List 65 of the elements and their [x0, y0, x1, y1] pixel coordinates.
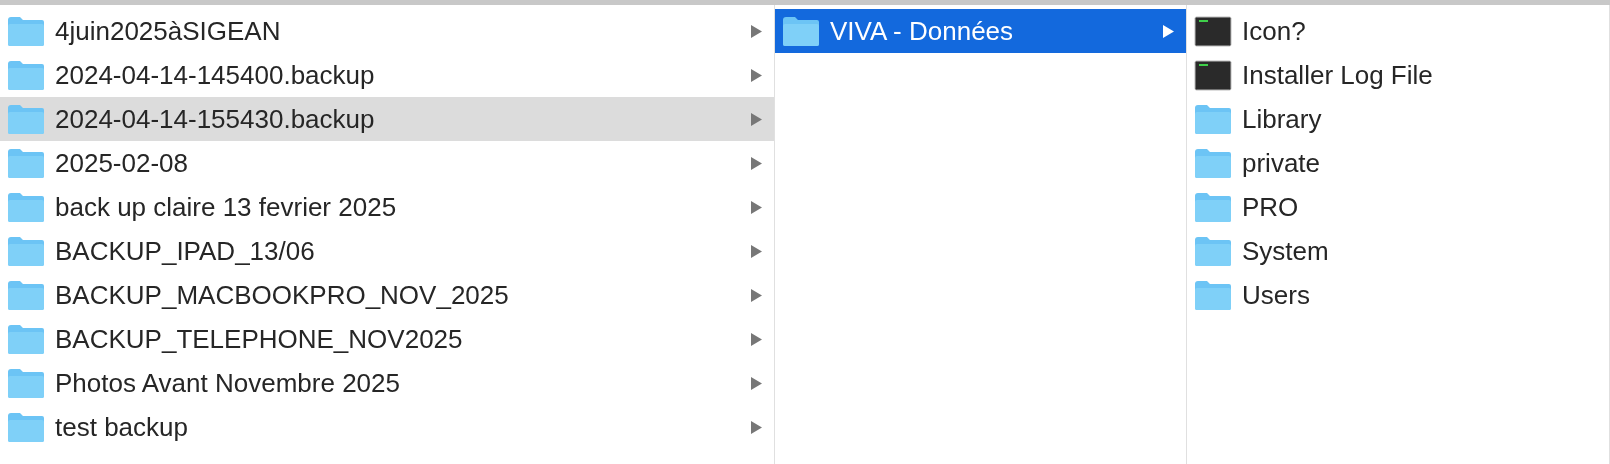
folder-icon	[7, 279, 45, 311]
disclosure-arrow-icon[interactable]	[751, 156, 762, 170]
file-name: 2025-02-08	[55, 147, 189, 179]
disclosure-arrow-icon[interactable]	[751, 68, 762, 82]
folder-icon	[1194, 147, 1232, 179]
file-name: PRO	[1242, 191, 1300, 223]
disclosure-arrow-icon[interactable]	[751, 112, 762, 126]
folder-row[interactable]: PRO	[1187, 185, 1609, 229]
folder-row[interactable]: private	[1187, 141, 1609, 185]
folder-icon	[7, 323, 45, 355]
file-name: 2024-04-14-155430.backup	[55, 103, 376, 135]
folder-row[interactable]: BACKUP_IPAD_13/06	[0, 229, 774, 273]
file-name: Users	[1242, 279, 1311, 311]
folder-row[interactable]: 2025-02-08	[0, 141, 774, 185]
disclosure-arrow-icon[interactable]	[751, 244, 762, 258]
folder-icon	[7, 191, 45, 223]
terminal-icon	[1194, 59, 1232, 91]
folder-row[interactable]: 2024-04-14-155430.backup	[0, 97, 774, 141]
disclosure-arrow-icon[interactable]	[1163, 24, 1174, 38]
folder-row[interactable]: VIVA - Données	[775, 9, 1186, 53]
folder-icon	[7, 15, 45, 47]
folder-icon	[7, 235, 45, 267]
folder-row[interactable]: System	[1187, 229, 1609, 273]
file-name: private	[1242, 147, 1322, 179]
file-name: 2024-04-14-145400.backup	[55, 59, 376, 91]
file-name: System	[1242, 235, 1330, 267]
file-name: test backup	[55, 411, 189, 443]
folder-icon	[782, 15, 820, 47]
disclosure-arrow-icon[interactable]	[751, 288, 762, 302]
disclosure-arrow-icon[interactable]	[751, 24, 762, 38]
file-name: Installer Log File	[1242, 59, 1434, 91]
file-name: BACKUP_TELEPHONE_NOV2025	[55, 323, 464, 355]
folder-row[interactable]: 2024-04-14-145400.backup	[0, 53, 774, 97]
file-name: BACKUP_IPAD_13/06	[55, 235, 316, 267]
file-name: Library	[1242, 103, 1323, 135]
disclosure-arrow-icon[interactable]	[751, 420, 762, 434]
file-name: back up claire 13 fevrier 2025	[55, 191, 398, 223]
file-name: VIVA - Données	[830, 15, 1015, 47]
file-name: BACKUP_MACBOOKPRO_NOV_2025	[55, 279, 510, 311]
folder-row[interactable]: Users	[1187, 273, 1609, 317]
folder-icon	[1194, 191, 1232, 223]
folder-row[interactable]: back up claire 13 fevrier 2025	[0, 185, 774, 229]
folder-icon	[7, 367, 45, 399]
folder-icon	[7, 147, 45, 179]
file-name: Icon?	[1242, 15, 1307, 47]
folder-row[interactable]: BACKUP_MACBOOKPRO_NOV_2025	[0, 273, 774, 317]
file-name: Photos Avant Novembre 2025	[55, 367, 401, 399]
disclosure-arrow-icon[interactable]	[751, 200, 762, 214]
file-name: 4juin2025àSIGEAN	[55, 15, 282, 47]
disclosure-arrow-icon[interactable]	[751, 332, 762, 346]
folder-icon	[7, 103, 45, 135]
folder-row[interactable]: Photos Avant Novembre 2025	[0, 361, 774, 405]
folder-icon	[1194, 103, 1232, 135]
folder-row[interactable]: Library	[1187, 97, 1609, 141]
folder-row[interactable]: test backup	[0, 405, 774, 449]
file-row[interactable]: Installer Log File	[1187, 53, 1609, 97]
folder-icon	[1194, 235, 1232, 267]
folder-row[interactable]: BACKUP_TELEPHONE_NOV2025	[0, 317, 774, 361]
folder-row[interactable]: 4juin2025àSIGEAN	[0, 9, 774, 53]
file-row[interactable]: Icon?	[1187, 9, 1609, 53]
folder-icon	[1194, 279, 1232, 311]
folder-icon	[7, 411, 45, 443]
disclosure-arrow-icon[interactable]	[751, 376, 762, 390]
terminal-icon	[1194, 15, 1232, 47]
folder-icon	[7, 59, 45, 91]
